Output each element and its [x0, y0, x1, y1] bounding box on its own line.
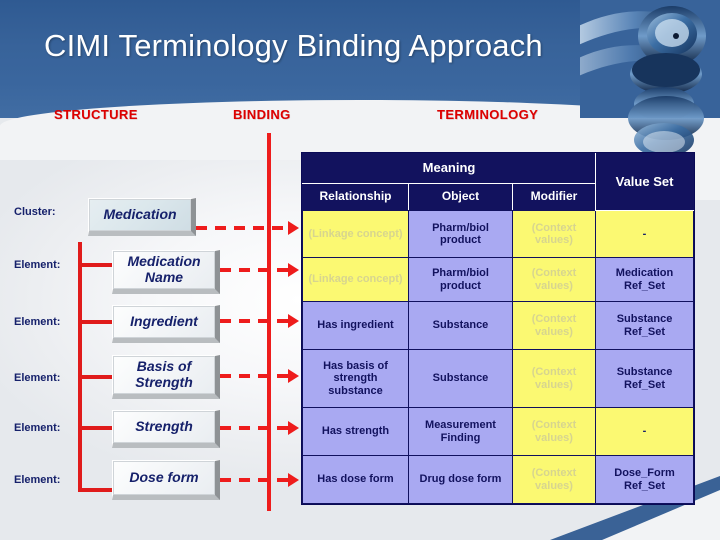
structure-kind-label-4: Element: — [14, 422, 61, 434]
structure-node-label-2: Ingredient — [130, 313, 198, 330]
caption-structure: STRUCTURE — [54, 107, 138, 122]
cell-value-set: - — [595, 407, 695, 456]
table-body: (Linkage concept) Pharm/biol product (Co… — [302, 210, 695, 504]
table-row: Has strength Measurement Finding (Contex… — [302, 407, 695, 456]
structure-node-basis-of-strength[interactable]: Basis of Strength — [112, 355, 220, 399]
header-value-set: Value Set — [595, 153, 695, 211]
cell-modifier: (Context values) — [511, 257, 597, 302]
cell-relationship: Has dose form — [302, 455, 409, 504]
cell-relationship: (Linkage concept) — [302, 210, 409, 258]
structure-node-label-5: Dose form — [129, 469, 199, 486]
cell-relationship: Has basis of strength substance — [302, 349, 409, 408]
cell-relationship: (Linkage concept) — [302, 257, 409, 302]
binding-arrow-head-4 — [288, 421, 299, 435]
binding-arrow-line-2 — [220, 319, 289, 323]
structure-node-ingredient[interactable]: Ingredient — [112, 305, 220, 343]
cell-value-set: Dose_Form Ref_Set — [595, 455, 695, 504]
cell-object: Pharm/biol product — [408, 210, 513, 258]
structure-node-label-1: Medication Name — [127, 253, 201, 285]
structure-kind-label-3: Element: — [14, 372, 61, 384]
cell-object: Drug dose form — [408, 455, 513, 504]
binding-arrow-line-4 — [220, 426, 289, 430]
cell-value-set: Substance Ref_Set — [595, 349, 695, 408]
header-modifier: Modifier — [511, 183, 597, 211]
cell-object: Substance — [408, 349, 513, 408]
structure-node-strength[interactable]: Strength — [112, 410, 220, 448]
binding-arrow-head-5 — [288, 473, 299, 487]
binding-arrow-line-5 — [220, 478, 289, 482]
table-row: (Linkage concept) Pharm/biol product (Co… — [302, 210, 695, 258]
tree-trunk — [78, 242, 82, 492]
cell-modifier: (Context values) — [511, 210, 597, 258]
caption-terminology: TERMINOLOGY — [437, 107, 539, 122]
binding-arrow-line-0 — [196, 226, 289, 230]
structure-kind-label-0: Cluster: — [14, 206, 56, 218]
binding-arrow-head-3 — [288, 369, 299, 383]
table-head: Meaning Value Set Relationship Object Mo… — [301, 153, 695, 211]
structure-node-label-4: Strength — [135, 418, 193, 435]
binding-arrow-head-0 — [288, 221, 299, 235]
slide-canvas: CIMI Terminology Binding Approach STRUCT… — [0, 0, 720, 540]
table-header-row-group: Meaning Value Set — [301, 153, 695, 211]
terminology-table: Meaning Value Set Relationship Object Mo… — [301, 153, 695, 504]
cell-modifier: (Context values) — [511, 301, 597, 350]
cell-object: Measurement Finding — [408, 407, 513, 456]
structure-kind-label-5: Element: — [14, 474, 61, 486]
table-row: Has ingredient Substance (Context values… — [302, 301, 695, 350]
structure-kind-label-1: Element: — [14, 259, 61, 271]
header-meaning: Meaning — [301, 153, 597, 184]
structure-node-label-3: Basis of Strength — [135, 358, 193, 390]
caption-binding: BINDING — [233, 107, 291, 122]
table-row: Has dose form Drug dose form (Context va… — [302, 455, 695, 504]
table-row: Has basis of strength substance Substanc… — [302, 349, 695, 408]
header-relationship: Relationship — [302, 183, 409, 211]
page-title: CIMI Terminology Binding Approach — [44, 28, 543, 63]
structure-node-dose-form[interactable]: Dose form — [112, 460, 220, 500]
header-object: Object — [408, 183, 513, 211]
binding-arrow-line-1 — [220, 268, 289, 272]
structure-node-medication-name[interactable]: Medication Name — [112, 250, 220, 294]
cell-modifier: (Context values) — [511, 407, 597, 456]
cell-value-set: - — [595, 210, 695, 258]
structure-node-medication[interactable]: Medication — [88, 198, 196, 236]
cell-object: Substance — [408, 301, 513, 350]
cell-value-set: Medication Ref_Set — [595, 257, 695, 302]
binding-arrow-head-2 — [288, 314, 299, 328]
binding-arrow-head-1 — [288, 263, 299, 277]
cell-relationship: Has ingredient — [302, 301, 409, 350]
table-row: (Linkage concept) Pharm/biol product (Co… — [302, 257, 695, 302]
cell-modifier: (Context values) — [511, 455, 597, 504]
binding-arrow-line-3 — [220, 374, 289, 378]
cell-relationship: Has strength — [302, 407, 409, 456]
structure-kind-label-2: Element: — [14, 316, 61, 328]
cell-object: Pharm/biol product — [408, 257, 513, 302]
cell-modifier: (Context values) — [511, 349, 597, 408]
cell-value-set: Substance Ref_Set — [595, 301, 695, 350]
structure-node-label-0: Medication — [103, 206, 177, 223]
